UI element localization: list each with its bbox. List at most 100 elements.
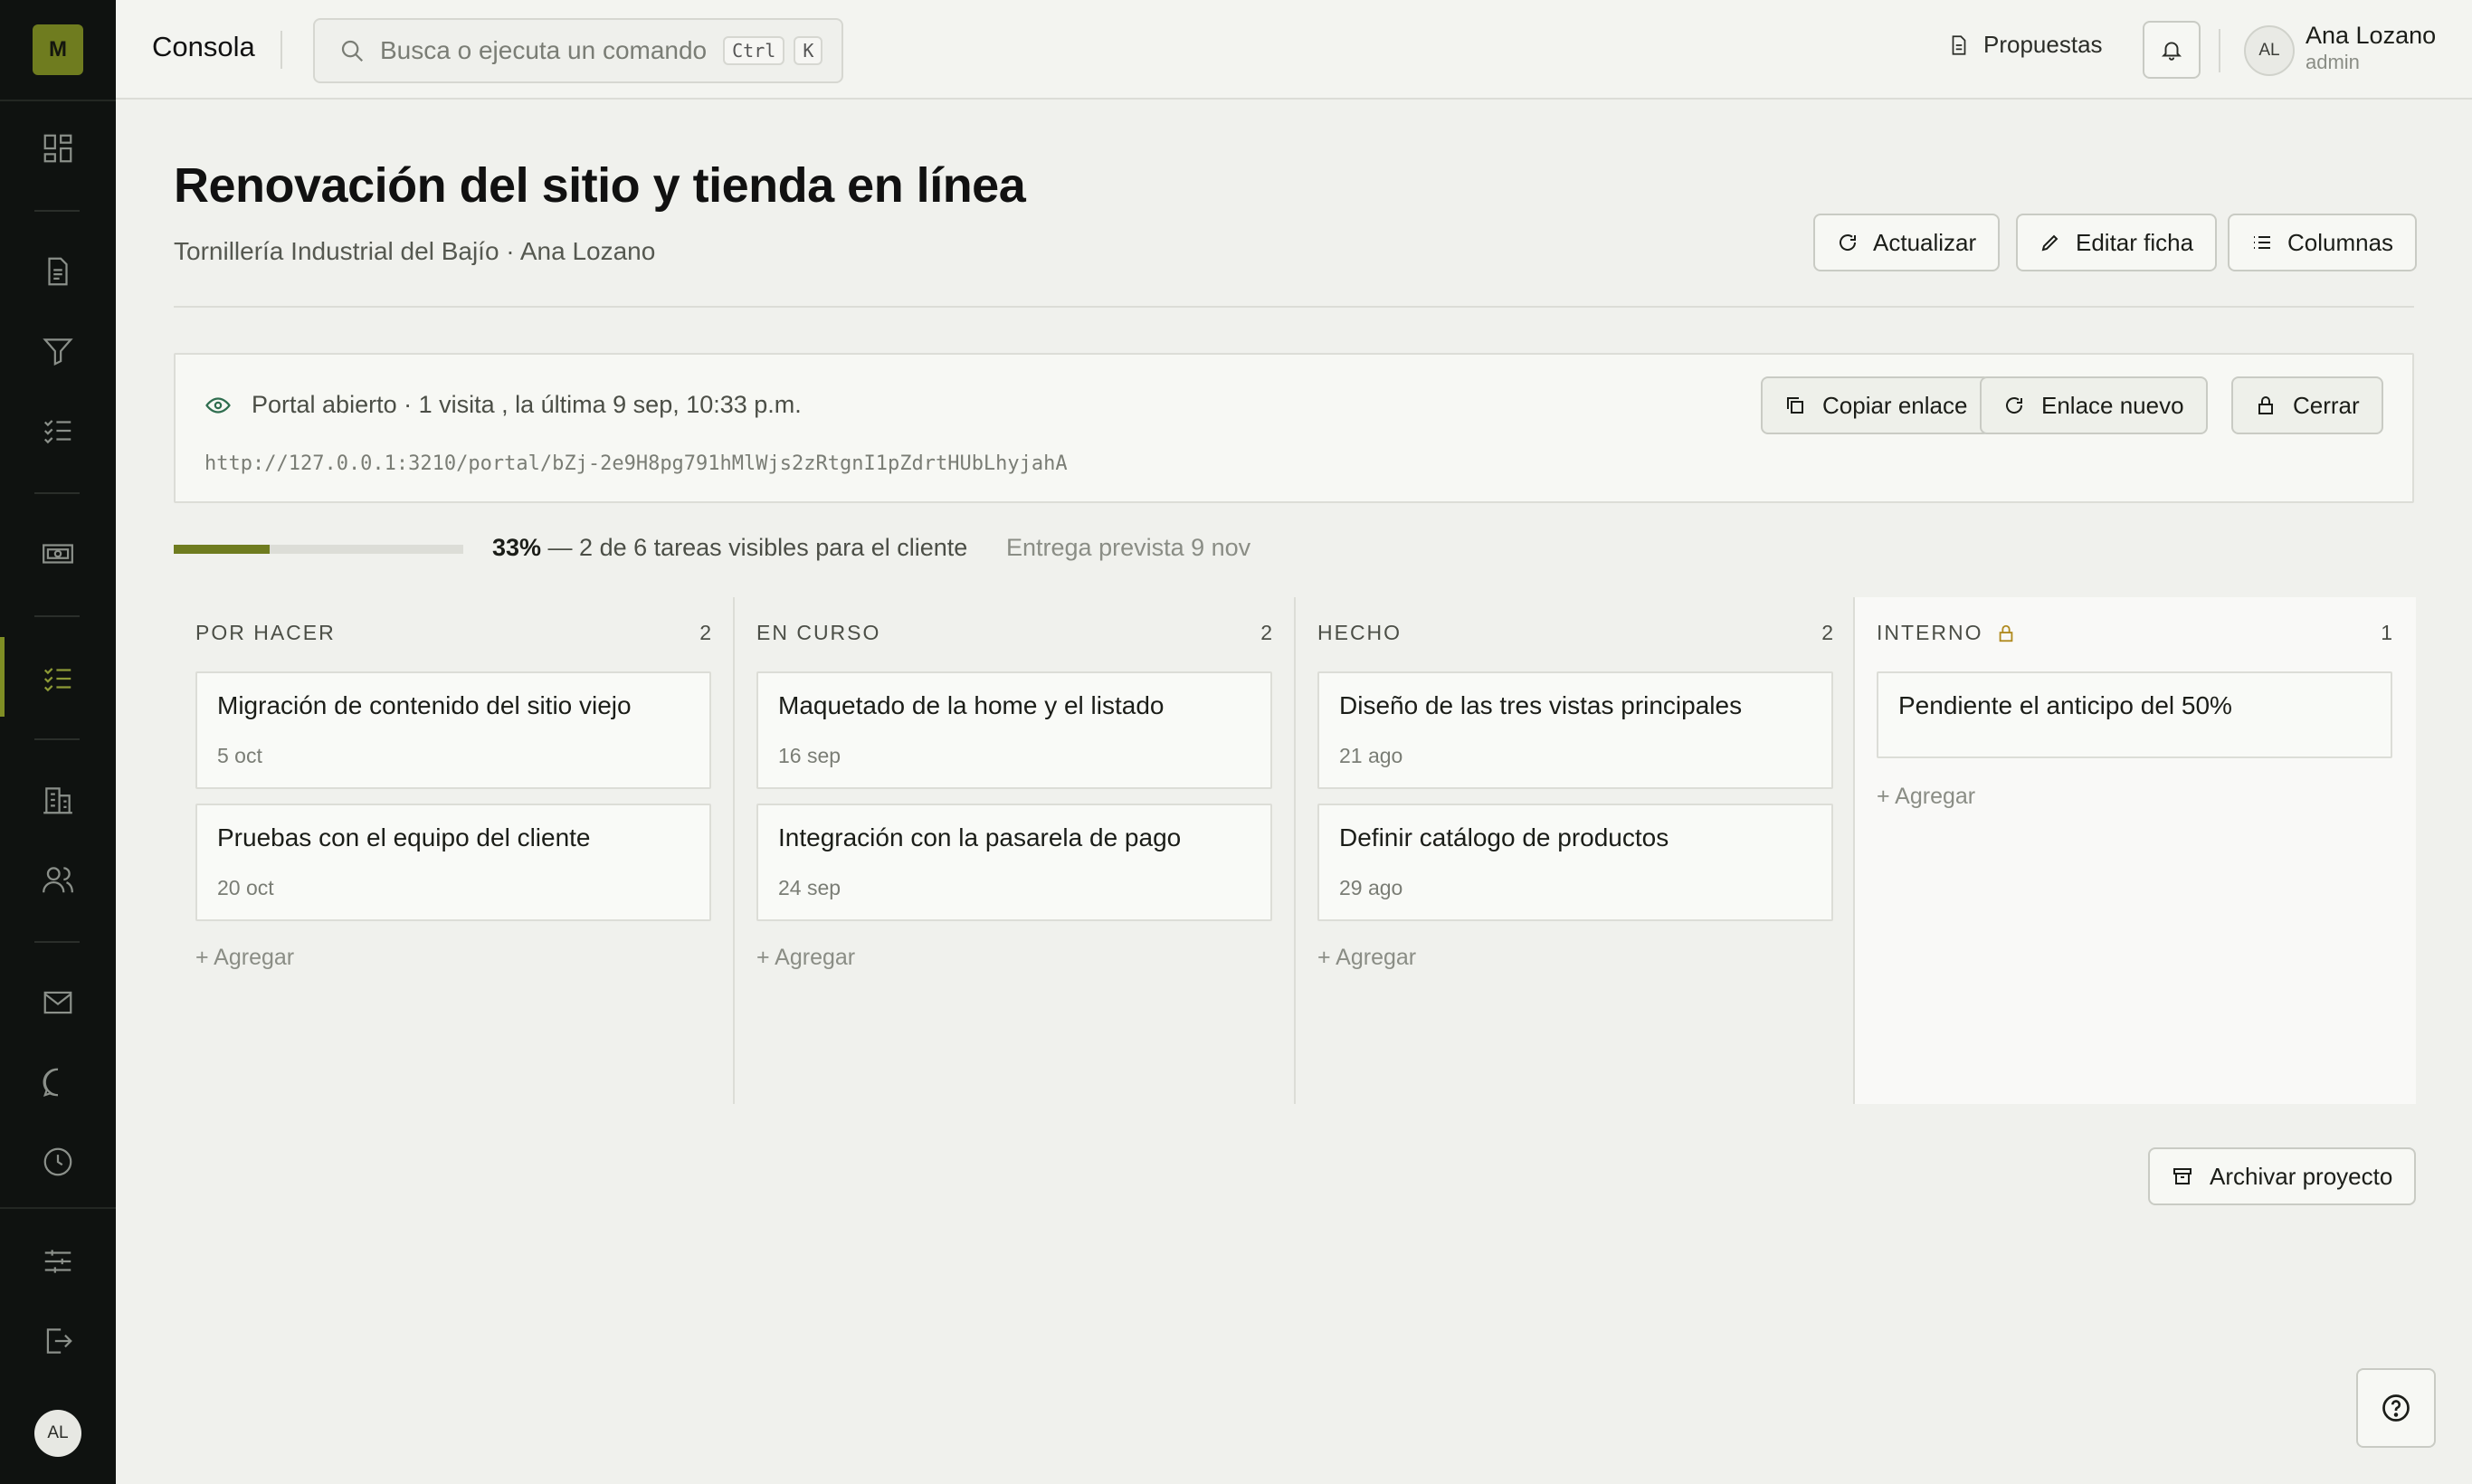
- close-portal-button[interactable]: Cerrar: [2231, 376, 2383, 434]
- sliders-icon[interactable]: [36, 1240, 80, 1283]
- proposals-label: Propuestas: [1983, 31, 2103, 58]
- app-logo[interactable]: M: [33, 24, 83, 75]
- page-title: Renovación del sitio y tienda en línea: [174, 158, 1026, 213]
- mail-icon[interactable]: [36, 981, 80, 1024]
- logout-icon[interactable]: [36, 1319, 80, 1363]
- sidebar-divider: [34, 615, 80, 617]
- sidebar-divider: [34, 210, 80, 212]
- shortcut-key-ctrl: Ctrl: [723, 36, 785, 65]
- archive-project-button[interactable]: Archivar proyecto: [2148, 1147, 2417, 1205]
- column-title: POR HACER: [195, 621, 336, 644]
- refresh-label: Actualizar: [1873, 228, 1977, 256]
- column-todo: POR HACER 2 Migración de contenido del s…: [174, 597, 735, 1104]
- task-date: 16 sep: [778, 744, 841, 767]
- columns-label: Columnas: [2287, 228, 2394, 256]
- copy-link-label: Copiar enlace: [1822, 391, 1968, 419]
- column-header: EN CURSO 2: [756, 621, 1274, 645]
- column-count: 2: [1821, 621, 1835, 644]
- user-avatar[interactable]: AL: [2244, 25, 2295, 76]
- column-title: EN CURSO: [756, 621, 881, 644]
- search-input[interactable]: Busca o ejecuta un comando Ctrl K: [313, 18, 843, 83]
- task-card[interactable]: Maquetado de la home y el listado 16 sep: [756, 671, 1272, 789]
- column-header: POR HACER 2: [195, 621, 713, 645]
- progress-fill: [174, 545, 270, 554]
- task-date: 24 sep: [778, 876, 841, 899]
- column-done: HECHO 2 Diseño de las tres vistas princi…: [1296, 597, 1857, 1104]
- building-icon[interactable]: [36, 778, 80, 822]
- sidebar-divider: [0, 100, 116, 101]
- chat-icon[interactable]: [36, 1061, 80, 1104]
- pencil-icon: [2039, 232, 2076, 253]
- sidebar: M AL: [0, 0, 116, 1484]
- task-date: 20 oct: [217, 876, 274, 899]
- copy-icon: [1784, 395, 1822, 416]
- lock-icon: [2255, 395, 2293, 416]
- task-title: Diseño de las tres vistas principales: [1339, 691, 1743, 719]
- shortcut-key-k: K: [794, 36, 823, 65]
- task-date: 21 ago: [1339, 744, 1403, 767]
- page-subtitle: Tornillería Industrial del Bajío · Ana L…: [174, 237, 656, 265]
- user-role: admin: [2306, 51, 2360, 73]
- topbar: Consola Busca o ejecuta un comando Ctrl …: [116, 0, 2472, 100]
- task-title: Migración de contenido del sitio viejo: [217, 691, 632, 719]
- portal-status: Portal abierto · 1 visita , la última 9 …: [204, 391, 802, 419]
- copy-link-button[interactable]: Copiar enlace: [1761, 376, 1992, 434]
- new-link-label: Enlace nuevo: [2041, 391, 2184, 419]
- progress-percent: 33%: [492, 534, 542, 561]
- eye-icon: [204, 392, 252, 419]
- columns-button[interactable]: Columnas: [2228, 214, 2418, 271]
- add-task-button[interactable]: + Agregar: [1317, 945, 1416, 971]
- refresh-icon: [1837, 232, 1873, 253]
- task-card[interactable]: Pendiente el anticipo del 50%: [1877, 671, 2392, 758]
- sidebar-avatar[interactable]: AL: [34, 1410, 81, 1457]
- refresh-button[interactable]: Actualizar: [1813, 214, 2001, 271]
- lock-icon: [1983, 623, 2016, 643]
- document-icon[interactable]: [36, 250, 80, 293]
- cash-icon[interactable]: [36, 532, 80, 576]
- column-title: INTERNO: [1877, 621, 1983, 644]
- archive-icon: [2172, 1165, 2210, 1187]
- task-title: Maquetado de la home y el listado: [778, 691, 1165, 719]
- add-task-button[interactable]: + Agregar: [1877, 784, 1975, 810]
- users-icon[interactable]: [36, 858, 80, 901]
- progress-text: 33% — 2 de 6 tareas visibles para el cli…: [492, 534, 967, 562]
- proposals-link[interactable]: Propuestas: [1947, 31, 2103, 59]
- progress-bar: [174, 545, 463, 554]
- user-name[interactable]: Ana Lozano: [2306, 22, 2436, 50]
- projects-icon[interactable]: [36, 657, 80, 700]
- search-placeholder: Busca o ejecuta un comando: [380, 36, 708, 64]
- checklist-icon[interactable]: [36, 409, 80, 452]
- task-date: 29 ago: [1339, 876, 1403, 899]
- brand-title[interactable]: Consola: [152, 31, 255, 63]
- list-icon: [2251, 232, 2287, 253]
- task-title: Integración con la pasarela de pago: [778, 823, 1182, 851]
- search-icon: [338, 37, 380, 64]
- task-card[interactable]: Migración de contenido del sitio viejo 5…: [195, 671, 711, 789]
- clock-icon[interactable]: [36, 1140, 80, 1184]
- column-count: 1: [2381, 621, 2394, 644]
- dashboard-icon[interactable]: [36, 127, 80, 170]
- column-header: INTERNO 1: [1877, 621, 2394, 645]
- task-card[interactable]: Diseño de las tres vistas principales 21…: [1317, 671, 1833, 789]
- progress-description: — 2 de 6 tareas visibles para el cliente: [541, 534, 968, 561]
- add-task-button[interactable]: + Agregar: [195, 945, 294, 971]
- portal-url[interactable]: http://127.0.0.1:3210/portal/bZj-2e9H8pg…: [204, 452, 1068, 475]
- column-header: HECHO 2: [1317, 621, 1835, 645]
- new-link-button[interactable]: Enlace nuevo: [1980, 376, 2208, 434]
- edit-button[interactable]: Editar ficha: [2016, 214, 2218, 271]
- help-button[interactable]: [2356, 1368, 2436, 1448]
- add-task-button[interactable]: + Agregar: [756, 945, 855, 971]
- help-icon: [2380, 1392, 2412, 1424]
- sidebar-divider: [34, 941, 80, 943]
- task-card[interactable]: Integración con la pasarela de pago 24 s…: [756, 804, 1272, 921]
- column-title: HECHO: [1317, 621, 1402, 644]
- task-card[interactable]: Definir catálogo de productos 29 ago: [1317, 804, 1833, 921]
- sidebar-divider: [34, 492, 80, 494]
- edit-label: Editar ficha: [2076, 228, 2194, 256]
- portal-panel: Portal abierto · 1 visita , la última 9 …: [174, 353, 2414, 503]
- notifications-button[interactable]: [2143, 21, 2201, 79]
- portal-status-text: Portal abierto · 1 visita , la última 9 …: [252, 391, 802, 418]
- column-count: 2: [699, 621, 713, 644]
- filter-icon[interactable]: [36, 329, 80, 373]
- task-card[interactable]: Pruebas con el equipo del cliente 20 oct: [195, 804, 711, 921]
